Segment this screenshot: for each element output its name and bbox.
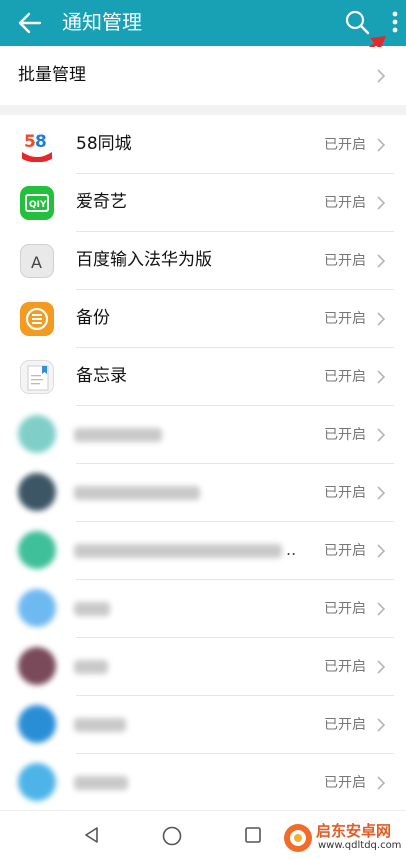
blurred-app-icon [18,705,56,743]
chevron-right-icon [377,312,386,326]
blurred-app-icon [18,415,56,453]
app-row[interactable]: 已开启 [0,464,406,522]
blurred-app-name [74,428,162,442]
blurred-app-name [74,776,128,790]
arrow-left-icon [18,12,42,34]
nav-home-circle-icon[interactable] [161,825,183,847]
app-status: 已开启 [324,775,366,791]
page-title: 通知管理 [62,10,142,34]
app-status: 已开启 [324,717,366,733]
chevron-right-icon [377,138,386,152]
backup-app-icon [20,302,54,336]
app-status: 已开启 [324,485,366,501]
app-name: 百度输入法华为版 [76,250,212,270]
app-row[interactable]: 备份 已开启 [0,290,406,348]
app-row[interactable]: 已开启 [0,580,406,638]
chevron-right-icon [377,370,386,384]
chevron-right-icon [377,544,386,558]
app-row[interactable]: .. 已开启 [0,522,406,580]
section-gap [0,105,406,115]
baidu-input-app-icon: A [20,244,54,278]
chevron-right-icon [377,428,386,442]
app-row[interactable]: 已开启 [0,754,406,812]
app-name: 58同城 [76,134,132,154]
app-status: 已开启 [324,659,366,675]
app-name: 备忘录 [76,366,127,386]
app-row[interactable]: A 百度输入法华为版 已开启 [0,232,406,290]
chevron-right-icon [377,718,386,732]
watermark-url: www.qdltdq.com [318,840,402,851]
blurred-app-name [74,718,126,732]
svg-text:QIY: QIY [29,200,47,210]
batch-manage-row[interactable]: 批量管理 [0,47,406,105]
top-app-bar: 通知管理 [0,0,406,46]
chevron-right-icon [377,69,386,83]
blurred-app-icon [18,589,56,627]
batch-manage-label: 批量管理 [18,65,86,85]
notes-app-icon [20,360,54,394]
app-status: 已开启 [324,427,366,443]
app-row[interactable]: 5 8 58同城 已开启 [0,116,406,174]
watermark-title: 启东安卓网 [316,822,392,840]
search-button[interactable] [342,7,372,37]
chevron-right-icon [377,776,386,790]
app-list: 5 8 58同城 已开启 QIY 爱奇艺 已开启 A 百度输入法华为版 已开启 … [0,116,406,812]
iqiyi-app-icon: QIY [20,186,54,220]
svg-text:8: 8 [35,132,47,152]
app-row[interactable]: 已开启 [0,638,406,696]
app-status: 已开启 [324,311,366,327]
site-watermark: 启东安卓网 www.qdltdq.com [282,818,406,859]
app-row[interactable]: 已开启 [0,406,406,464]
more-options-button[interactable] [388,8,402,38]
chevron-right-icon [377,602,386,616]
truncation-ellipsis: .. [286,540,297,559]
app-row[interactable]: QIY 爱奇艺 已开启 [0,174,406,232]
watermark-logo-icon [284,824,312,852]
app-status: 已开启 [324,601,366,617]
svg-text:A: A [31,253,42,272]
blurred-app-name [74,660,108,674]
app-status: 已开启 [324,253,366,269]
app-status: 已开启 [324,195,366,211]
app-name: 备份 [76,308,110,328]
nav-back-triangle-icon[interactable] [82,825,102,845]
blurred-app-name [74,544,282,558]
app-status: 已开启 [324,543,366,559]
search-icon [345,10,370,35]
chevron-right-icon [377,196,386,210]
blurred-app-icon [18,763,56,801]
app-name: 爱奇艺 [76,192,127,212]
chevron-right-icon [377,486,386,500]
app-row[interactable]: 备忘录 已开启 [0,348,406,406]
notification-management-screen: 通知管理 批量管理 5 8 58同城 已开启 QIY 爱奇艺 已开启 A 百度输… [0,0,406,859]
blurred-app-icon [18,531,56,569]
58-tongcheng-app-icon: 5 8 [20,128,54,162]
chevron-right-icon [377,660,386,674]
blurred-app-name [74,486,200,500]
back-button[interactable] [14,7,46,39]
more-vertical-icon [392,11,398,33]
app-row[interactable]: 已开启 [0,696,406,754]
blurred-app-icon [18,647,56,685]
blurred-app-icon [18,473,56,511]
chevron-right-icon [377,254,386,268]
nav-recent-square-icon[interactable] [244,826,262,844]
app-status: 已开启 [324,369,366,385]
blurred-app-name [74,602,110,616]
app-status: 已开启 [324,137,366,153]
